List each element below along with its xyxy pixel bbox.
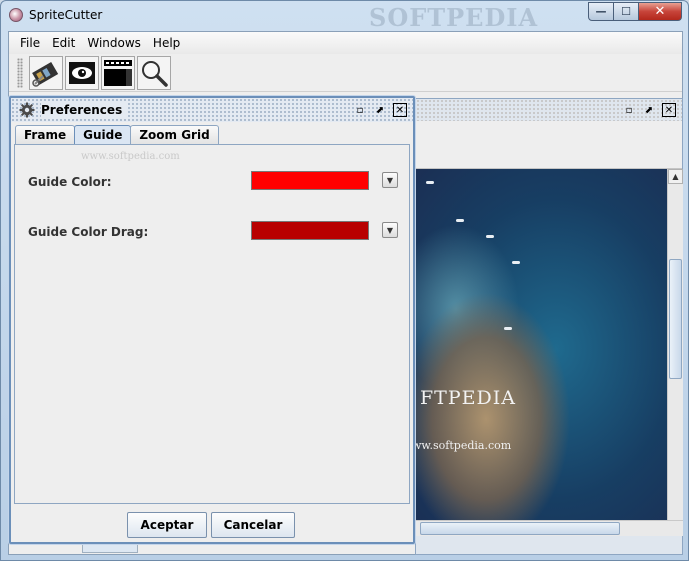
toolbar	[9, 54, 682, 92]
preferences-frame-controls: ▫ ⬈ ✕	[353, 103, 413, 117]
guide-color-drag-label: Guide Color Drag:	[28, 225, 149, 239]
scroll-up-arrow-icon[interactable]: ▲	[668, 169, 683, 184]
window-title: SpriteCutter	[29, 8, 103, 22]
app-icon	[9, 8, 23, 22]
guide-color-label: Guide Color:	[28, 175, 112, 189]
softpedia-url-watermark: www.softpedia.com	[81, 151, 180, 162]
boat-detail	[426, 181, 434, 184]
close-button[interactable]: ✕	[639, 2, 682, 21]
image-brand-text: FTPEDIA	[420, 387, 516, 409]
title-bar[interactable]: SpriteCutter SOFTPEDIA — ☐ ✕	[1, 1, 688, 32]
preview-button[interactable]	[65, 55, 99, 90]
vertical-scrollbar[interactable]: ▲	[667, 169, 683, 520]
menu-help[interactable]: Help	[147, 36, 186, 50]
menu-bar: File Edit Windows Help	[9, 32, 682, 54]
vertical-scroll-thumb[interactable]	[669, 259, 682, 379]
boat-detail	[504, 327, 512, 330]
menu-file[interactable]: File	[14, 36, 46, 50]
dialog-button-row: Aceptar Cancelar	[11, 508, 413, 542]
preferences-title: Preferences	[41, 103, 127, 117]
image-frame-minimize-button[interactable]: ▫	[622, 103, 636, 117]
sprite-image-canvas[interactable]: FTPEDIA ww.softpedia.com	[416, 169, 667, 520]
preferences-minimize-button[interactable]: ▫	[353, 103, 367, 117]
toolbar-grip-handle[interactable]	[17, 57, 23, 88]
image-internal-frame: ▫ ⬈ ✕ FTPEDIA ww.softpedia.com ▲	[415, 98, 683, 555]
softpedia-watermark: SOFTPEDIA	[369, 3, 539, 32]
menu-windows[interactable]: Windows	[81, 36, 147, 50]
guide-color-dropdown-button[interactable]: ▼	[382, 172, 398, 188]
guide-tab-panel: www.softpedia.com Guide Color: ▼ Guide C…	[14, 144, 410, 504]
guide-color-drag-swatch[interactable]	[251, 221, 369, 240]
tab-zoom-grid[interactable]: Zoom Grid	[130, 125, 219, 144]
sprite-sheet-button[interactable]	[101, 55, 135, 90]
gear-icon	[19, 102, 35, 118]
image-frame-title-bar[interactable]: ▫ ⬈ ✕	[416, 99, 682, 121]
minimize-button[interactable]: —	[588, 2, 614, 21]
window-controls: — ☐ ✕	[588, 2, 682, 21]
preferences-close-button[interactable]: ✕	[393, 103, 407, 117]
boat-detail	[512, 261, 520, 264]
preferences-title-bar[interactable]: Preferences ▫ ⬈ ✕	[11, 98, 413, 122]
sprite-sheet-icon	[104, 59, 132, 86]
guide-color-drag-dropdown-button[interactable]: ▼	[382, 222, 398, 238]
maximize-button[interactable]: ☐	[614, 2, 639, 21]
horizontal-scrollbar[interactable]	[416, 520, 683, 536]
cancel-button[interactable]: Cancelar	[211, 512, 295, 538]
boat-detail	[486, 235, 494, 238]
preferences-dialog: Preferences ▫ ⬈ ✕ Frame Guide Zoom Grid …	[9, 96, 415, 544]
zoom-button[interactable]	[137, 55, 171, 90]
horizontal-scroll-thumb[interactable]	[420, 522, 620, 535]
chevron-down-icon: ▼	[386, 175, 394, 185]
boat-detail	[456, 219, 464, 222]
eye-preview-icon	[69, 61, 95, 84]
preferences-maximize-button[interactable]: ⬈	[373, 103, 387, 117]
guide-color-swatch[interactable]	[251, 171, 369, 190]
image-frame-close-button[interactable]: ✕	[662, 103, 676, 117]
tab-guide[interactable]: Guide	[74, 125, 132, 144]
magnifier-icon	[142, 60, 168, 87]
image-url-text: ww.softpedia.com	[416, 439, 512, 452]
accept-button[interactable]: Aceptar	[127, 512, 207, 538]
chevron-down-icon: ▼	[386, 225, 394, 235]
preferences-tabs: Frame Guide Zoom Grid	[11, 124, 413, 144]
cut-frames-button[interactable]	[29, 55, 63, 90]
tab-frame[interactable]: Frame	[15, 125, 76, 144]
menu-edit[interactable]: Edit	[46, 36, 81, 50]
image-frame-maximize-button[interactable]: ⬈	[642, 103, 656, 117]
image-frame-toolbar	[416, 121, 682, 169]
film-cut-icon	[32, 61, 59, 87]
